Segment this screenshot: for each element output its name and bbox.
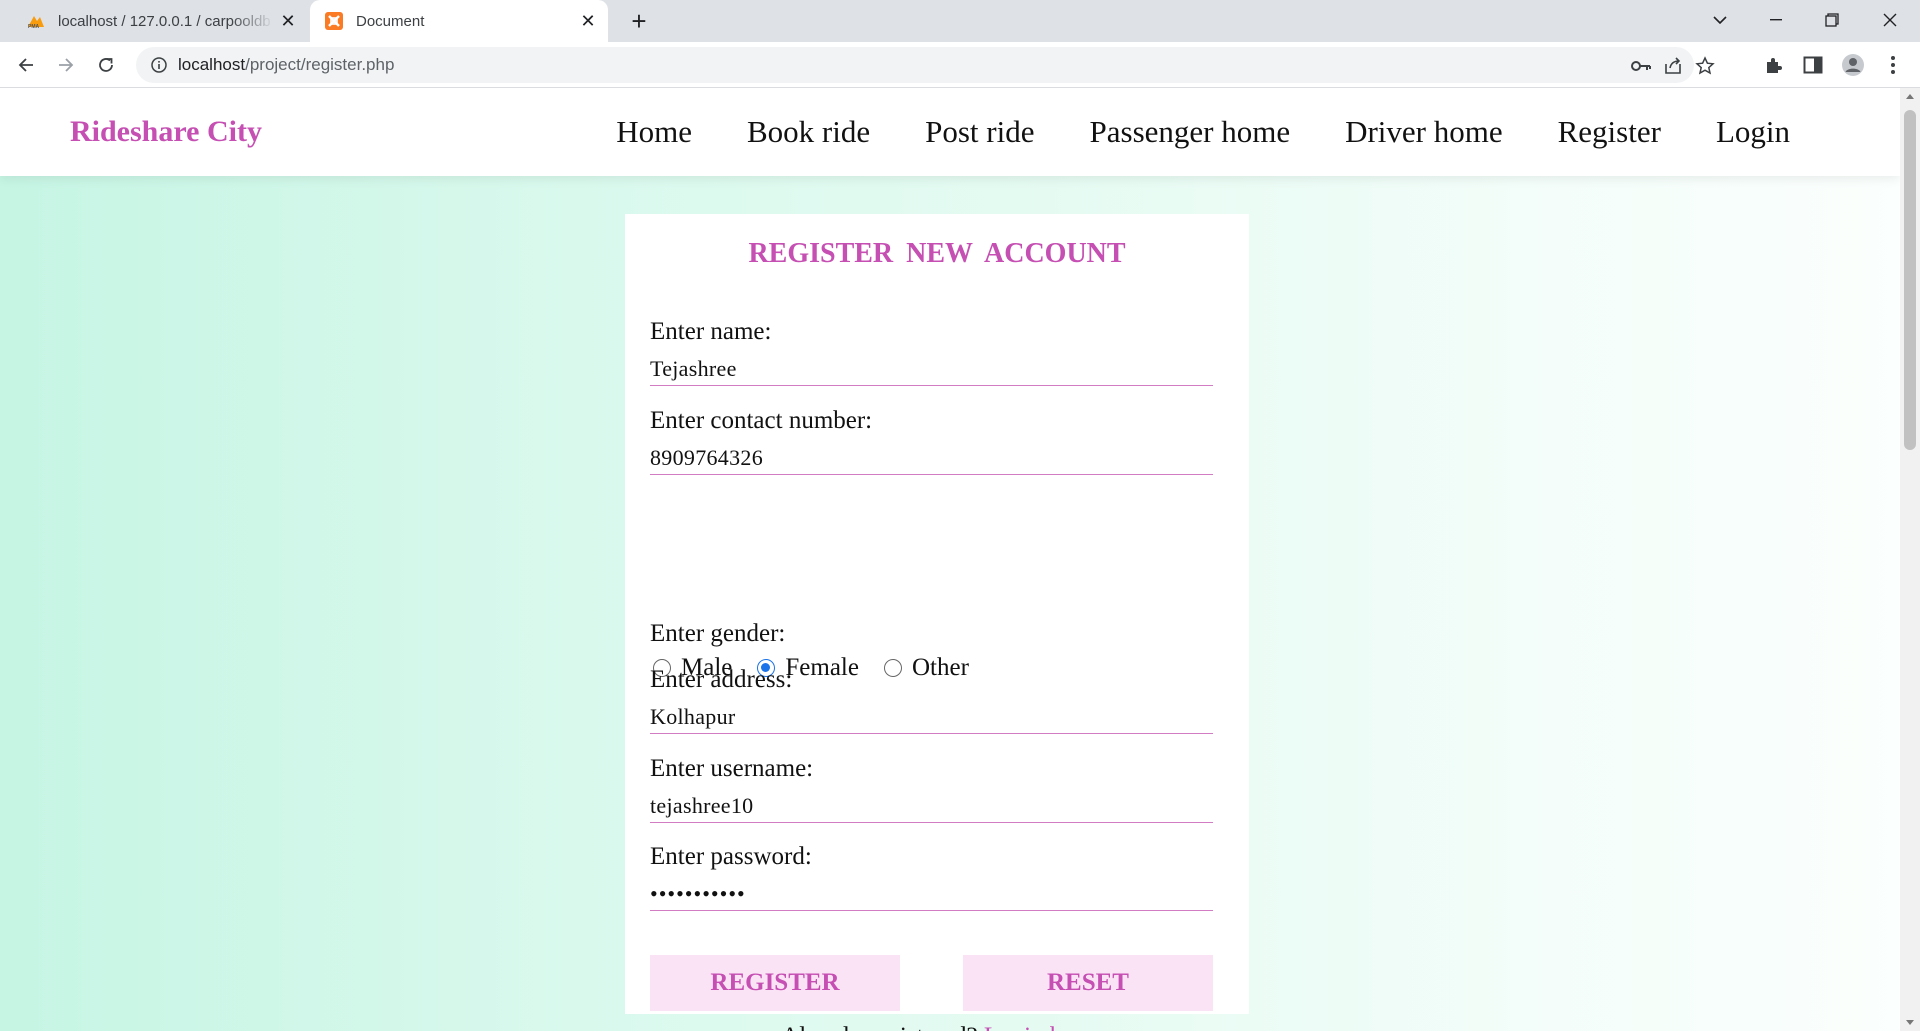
name-field-group: Enter name: xyxy=(650,318,1213,386)
tab-search-icon[interactable] xyxy=(1696,0,1744,40)
bookmark-star-icon[interactable] xyxy=(1694,55,1716,77)
username-field-group: Enter username: xyxy=(650,755,1213,823)
scroll-down-icon[interactable] xyxy=(1906,1020,1914,1025)
nav-passenger-home[interactable]: Passenger home xyxy=(1090,114,1291,150)
close-tab-icon[interactable]: ✕ xyxy=(274,7,302,35)
password-field-group: Enter password: xyxy=(650,843,1213,911)
profile-avatar-icon[interactable] xyxy=(1840,52,1866,78)
scroll-up-icon[interactable] xyxy=(1906,94,1914,99)
scrollbar-thumb[interactable] xyxy=(1904,110,1916,450)
xampp-icon xyxy=(324,11,344,31)
site-navbar: Rideshare City Home Book ride Post ride … xyxy=(0,88,1900,176)
minimize-icon[interactable] xyxy=(1752,0,1800,40)
tab-strip: PMA localhost / 127.0.0.1 / carpooldb ✕ … xyxy=(0,0,1920,42)
reset-button[interactable]: RESET xyxy=(963,955,1213,1011)
login-here-link[interactable]: Login here xyxy=(984,1023,1093,1031)
new-tab-button[interactable]: + xyxy=(624,6,654,36)
address-field-group: Enter address: xyxy=(650,666,1213,734)
gender-label: Enter gender: xyxy=(650,620,786,647)
nav-driver-home[interactable]: Driver home xyxy=(1345,114,1503,150)
side-panel-icon[interactable] xyxy=(1800,52,1826,78)
phpmyadmin-icon: PMA xyxy=(26,11,46,31)
register-button[interactable]: REGISTER xyxy=(650,955,900,1011)
nav-home[interactable]: Home xyxy=(616,114,692,150)
svg-text:PMA: PMA xyxy=(28,24,40,29)
form-title: REGISTER NEW ACCOUNT xyxy=(748,238,1126,269)
share-icon[interactable] xyxy=(1662,55,1684,77)
password-input[interactable] xyxy=(650,877,1213,911)
site-brand[interactable]: Rideshare City xyxy=(70,88,262,176)
nav-book-ride[interactable]: Book ride xyxy=(747,114,870,150)
name-input[interactable] xyxy=(650,352,1213,386)
close-window-icon[interactable] xyxy=(1866,0,1914,40)
tab-title: Document xyxy=(356,12,425,30)
tab-document[interactable]: Document ✕ xyxy=(310,0,608,42)
extensions-icon[interactable] xyxy=(1760,52,1786,78)
register-card: REGISTER NEW ACCOUNT Enter name: Enter c… xyxy=(625,214,1249,1031)
back-icon[interactable] xyxy=(10,49,42,81)
site-info-icon[interactable] xyxy=(150,56,168,74)
key-icon[interactable] xyxy=(1630,55,1652,77)
close-tab-icon[interactable]: ✕ xyxy=(574,7,602,35)
nav-login[interactable]: Login xyxy=(1716,114,1790,150)
address-input[interactable] xyxy=(650,700,1213,734)
page-viewport: Rideshare City Home Book ride Post ride … xyxy=(0,88,1900,1031)
login-prompt: Already registered? Login here xyxy=(625,1023,1249,1031)
username-input[interactable] xyxy=(650,789,1213,823)
username-label: Enter username: xyxy=(650,755,814,782)
contact-input[interactable] xyxy=(650,441,1213,475)
contact-field-group: Enter contact number: xyxy=(650,407,1213,475)
contact-label: Enter contact number: xyxy=(650,407,873,434)
nav-register[interactable]: Register xyxy=(1558,114,1661,150)
browser-toolbar: localhost/project/register.php xyxy=(0,42,1920,88)
address-bar[interactable]: localhost/project/register.php xyxy=(136,47,1715,83)
login-prompt-text: Already registered? xyxy=(781,1023,977,1031)
password-label: Enter password: xyxy=(650,843,812,870)
reload-icon[interactable] xyxy=(90,49,122,81)
nav-post-ride[interactable]: Post ride xyxy=(925,114,1034,150)
browser-menu-icon[interactable] xyxy=(1880,52,1906,78)
tab-title: localhost / 127.0.0.1 / carpooldb xyxy=(58,12,271,30)
tab-phpmyadmin[interactable]: PMA localhost / 127.0.0.1 / carpooldb ✕ xyxy=(0,0,308,42)
address-label: Enter address: xyxy=(650,666,793,693)
url-text: localhost/project/register.php xyxy=(178,55,395,74)
name-label: Enter name: xyxy=(650,318,772,345)
forward-icon[interactable] xyxy=(50,49,82,81)
site-menu: Home Book ride Post ride Passenger home … xyxy=(561,88,1790,176)
restore-icon[interactable] xyxy=(1808,0,1856,40)
page-scrollbar[interactable] xyxy=(1900,88,1920,1031)
